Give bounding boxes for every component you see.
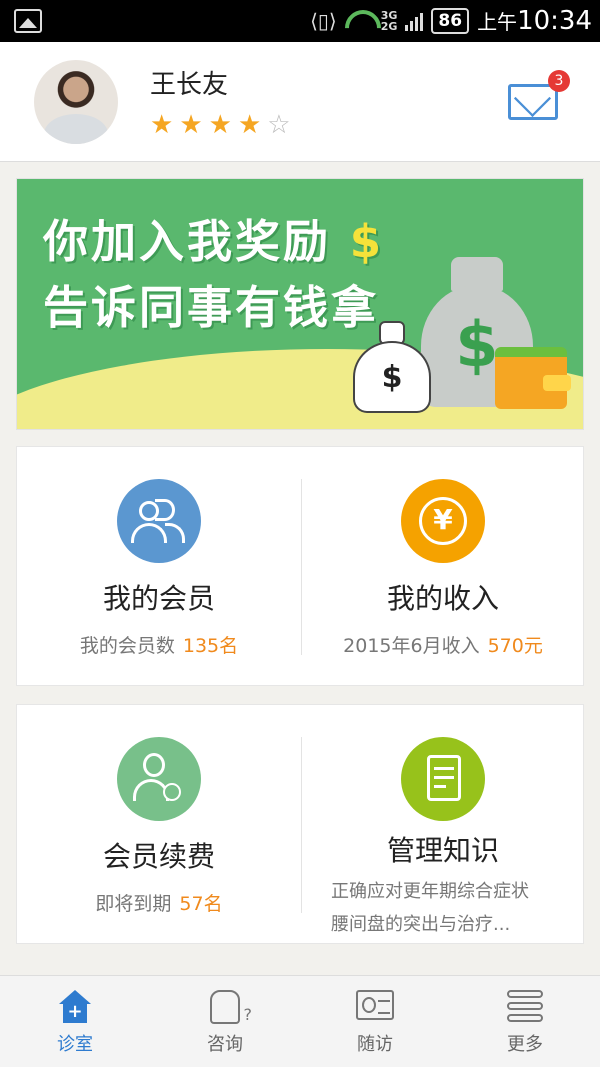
- status-bar: ⟨▯⟩ 3G 2G 86 上午10:34: [0, 0, 600, 42]
- username: 王长友: [150, 70, 229, 100]
- income-period-label: 2015年6月收入: [343, 635, 480, 657]
- document-icon: [401, 737, 485, 821]
- star-filled-icon: ★: [179, 110, 203, 140]
- expiring-value: 57名: [179, 893, 223, 915]
- wallet-icon: [495, 347, 571, 409]
- member-count-label: 我的会员数: [79, 635, 175, 657]
- members-icon: [117, 479, 201, 563]
- clock: 上午10:34: [477, 6, 592, 36]
- my-members-tile[interactable]: 我的会员 我的会员数 135名: [17, 447, 301, 687]
- member-renewal-subtitle: 即将到期 57名: [17, 889, 301, 916]
- small-money-bag-icon: $: [353, 319, 431, 415]
- star-filled-icon: ★: [237, 110, 262, 140]
- dollar-sign-icon: $: [349, 215, 384, 268]
- banner-headline-2: 告诉同事有钱拿: [43, 281, 380, 334]
- wifi-icon: [345, 10, 373, 32]
- star-rating: ★ ★ ★ ★ ☆: [150, 112, 291, 138]
- nav-tab-more[interactable]: 更多: [450, 976, 600, 1067]
- nav-tab-label: 随访: [357, 1034, 393, 1055]
- management-knowledge-tile[interactable]: 管理知识 正确应对更年期综合症状 腰间盘的突出与治疗...: [301, 705, 585, 945]
- dashboard-card-row-1: 我的会员 我的会员数 135名 ¥ 我的收入 2015年6月收入 570元: [16, 446, 584, 686]
- my-members-subtitle: 我的会员数 135名: [17, 631, 301, 658]
- more-icon: [507, 990, 543, 1024]
- battery-level: 86: [431, 8, 470, 34]
- vibrate-icon: ⟨▯⟩: [310, 9, 337, 33]
- nav-tab-follow-up[interactable]: 随访: [300, 976, 450, 1067]
- my-income-tile[interactable]: ¥ 我的收入 2015年6月收入 570元: [301, 447, 585, 687]
- profile-header: 王长友 ★ ★ ★ ★ ☆ 3: [0, 42, 600, 162]
- management-knowledge-title: 管理知识: [386, 834, 499, 867]
- avatar[interactable]: [34, 60, 118, 144]
- my-income-title: 我的收入: [386, 582, 499, 615]
- bottom-nav: 诊室 咨询 随访 更多: [0, 975, 600, 1067]
- my-members-title: 我的会员: [102, 582, 215, 615]
- member-renewal-title: 会员续费: [102, 840, 215, 873]
- knowledge-article-list: 正确应对更年期综合症状 腰间盘的突出与治疗...: [331, 875, 571, 941]
- clock-time: 10:34: [517, 6, 592, 36]
- clinic-icon: [57, 990, 93, 1024]
- clock-ampm: 上午: [477, 10, 518, 34]
- income-icon: ¥: [401, 479, 485, 563]
- follow-up-icon: [356, 990, 394, 1020]
- income-value: 570元: [487, 635, 543, 657]
- nav-tab-label: 诊室: [57, 1034, 93, 1055]
- knowledge-article-link[interactable]: 正确应对更年期综合症状: [331, 875, 571, 908]
- my-income-subtitle: 2015年6月收入 570元: [301, 631, 585, 658]
- consult-icon: [210, 990, 252, 1024]
- star-filled-icon: ★: [150, 110, 174, 140]
- nav-tab-label: 更多: [507, 1034, 543, 1055]
- banner-headline-1: 你加入我奖励 $: [43, 205, 384, 270]
- clock-icon: [163, 783, 181, 801]
- small-money-bag-symbol: $: [353, 341, 431, 413]
- nav-tab-clinic[interactable]: 诊室: [0, 976, 150, 1067]
- signal-bars-icon: [405, 11, 424, 31]
- member-renewal-tile[interactable]: 会员续费 即将到期 57名: [17, 705, 301, 945]
- status-indicators: ⟨▯⟩ 3G 2G 86 上午10:34: [310, 0, 592, 42]
- promo-banner[interactable]: 你加入我奖励 $ 告诉同事有钱拿 $ $: [16, 178, 584, 430]
- mail-icon[interactable]: [508, 84, 558, 120]
- unread-badge: 3: [548, 70, 570, 92]
- member-renewal-icon: [117, 737, 201, 821]
- knowledge-article-link[interactable]: 腰间盘的突出与治疗...: [331, 908, 571, 941]
- member-count-value: 135名: [182, 635, 239, 657]
- gallery-notification-icon: [14, 9, 42, 33]
- expiring-label: 即将到期: [95, 893, 172, 915]
- star-empty-icon: ☆: [267, 110, 291, 140]
- dashboard-card-row-2: 会员续费 即将到期 57名 管理知识 正确应对更年期综合症状 腰间盘的突出与治疗.…: [16, 704, 584, 944]
- nav-tab-label: 咨询: [207, 1034, 243, 1055]
- star-filled-icon: ★: [208, 110, 232, 140]
- banner-headline-1-text: 你加入我奖励: [43, 215, 332, 268]
- nav-tab-consult[interactable]: 咨询: [150, 976, 300, 1067]
- network-type: 3G 2G: [380, 9, 398, 33]
- yuan-glyph: ¥: [419, 497, 467, 545]
